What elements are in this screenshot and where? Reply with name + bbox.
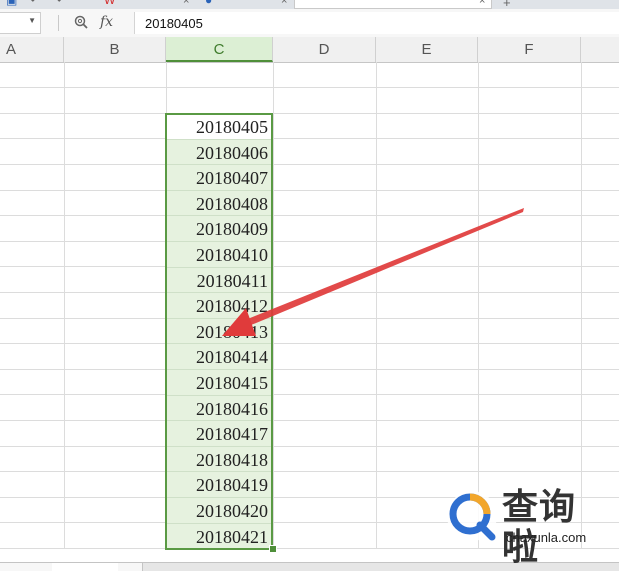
cell-c3[interactable]: 20180405 (166, 114, 273, 140)
column-header-b[interactable]: B (64, 37, 166, 62)
cell-c14[interactable]: 20180416 (166, 395, 273, 422)
docer-tab-icon: ● (205, 0, 213, 7)
column-header-d[interactable]: D (273, 37, 376, 62)
cell-c6[interactable]: 20180408 (166, 190, 273, 217)
cell-c12[interactable]: 20180414 (166, 344, 273, 370)
new-tab-icon[interactable]: + (503, 0, 511, 9)
tab-docer[interactable] (220, 0, 272, 8)
divider (58, 15, 59, 31)
cell-c4[interactable]: 20180406 (166, 139, 273, 166)
formula-value: 20180405 (145, 16, 203, 31)
column-header-e[interactable]: E (376, 37, 478, 62)
fx-icon[interactable]: fx (100, 14, 113, 30)
cell-c18[interactable]: 20180420 (166, 497, 273, 524)
cell-c15[interactable]: 20180417 (166, 421, 273, 447)
chaxunla-logo-icon (447, 491, 497, 541)
cell-c10[interactable]: 20180412 (166, 293, 273, 319)
cell-c11[interactable]: 20180413 (166, 318, 273, 345)
cell-c9[interactable]: 20180411 (166, 267, 273, 294)
close-tab-icon[interactable]: × (479, 0, 485, 7)
column-header-f[interactable]: F (478, 37, 581, 62)
window-tab-strip: ▣ ↶ ↷ W × ● × × + (0, 0, 619, 9)
close-tab-icon[interactable]: × (281, 0, 287, 7)
column-header-c[interactable]: C (166, 37, 273, 62)
close-tab-icon[interactable]: × (183, 0, 189, 7)
formula-bar: ▼ fx 20180405 (0, 9, 619, 38)
magnifier-icon[interactable] (73, 14, 89, 30)
cell-c19[interactable]: 20180421 (166, 523, 273, 550)
cell-c5[interactable]: 20180407 (166, 165, 273, 191)
watermark-brand-cn: 查询啦 (502, 487, 577, 568)
column-header-row: A B C D E F (0, 37, 619, 63)
cell-c7[interactable]: 20180409 (166, 216, 273, 242)
wps-tab-icon: W (104, 0, 116, 7)
column-header-a[interactable]: A (0, 37, 64, 62)
chevron-down-icon[interactable]: ▼ (28, 16, 36, 25)
tab-wps[interactable] (118, 0, 176, 8)
cell-c13[interactable]: 20180415 (166, 369, 273, 396)
watermark: 查询啦 chaxunla.com (442, 486, 612, 568)
name-box[interactable]: ▼ (0, 12, 41, 34)
cell-c8[interactable]: 20180410 (166, 241, 273, 268)
column-c-range[interactable]: 20180405 20180406 20180407 20180408 2018… (166, 114, 273, 550)
formula-input[interactable]: 20180405 (134, 12, 619, 34)
fill-handle[interactable] (269, 545, 277, 553)
undo-icon[interactable]: ↶ (30, 0, 40, 6)
column-header-g[interactable] (581, 37, 619, 62)
redo-icon[interactable]: ↷ (52, 0, 62, 6)
cell-c17[interactable]: 20180419 (166, 472, 273, 498)
app-icon: ▣ (6, 0, 18, 7)
tab-active-workbook[interactable] (294, 0, 492, 9)
cell-c16[interactable]: 20180418 (166, 446, 273, 473)
watermark-domain: chaxunla.com (506, 530, 587, 545)
